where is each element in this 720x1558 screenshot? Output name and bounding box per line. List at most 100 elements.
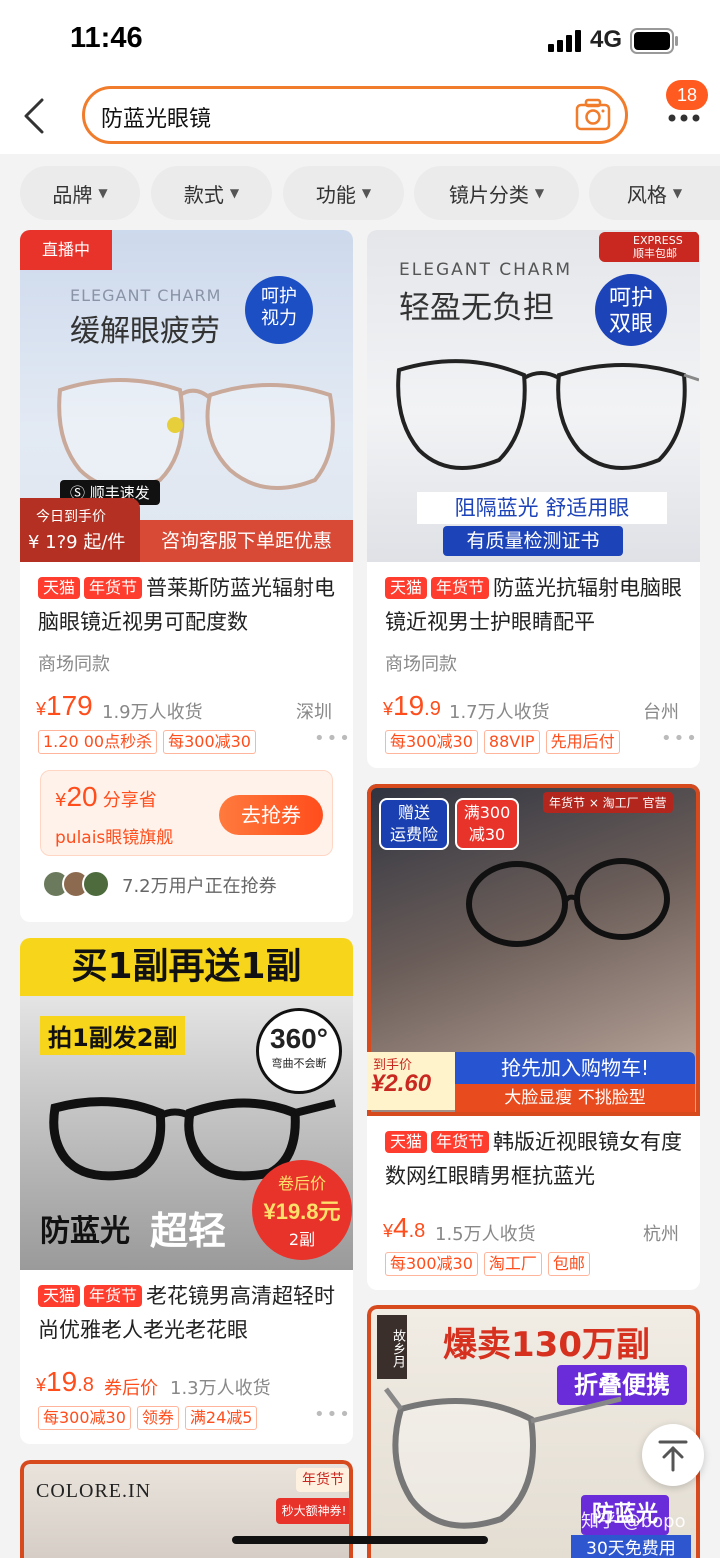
promo-tag: 满24减5 <box>184 1406 258 1430</box>
filter-label: 款式 <box>183 182 224 207</box>
filter-lens[interactable]: 镜片分类 ▼ <box>414 166 579 220</box>
gift-line: 赠送 <box>397 803 430 822</box>
img-tag: 年货节 <box>296 1468 349 1492</box>
promo-tag: 领券 <box>136 1406 179 1430</box>
price-int: 4 <box>393 1212 409 1243</box>
promo-tag: 1.20 00点秒杀 <box>38 730 158 754</box>
product-card-1[interactable]: 直播中 ELEGANT CHARM 缓解眼疲劳 呵护 视力 Ⓢ 顺丰速发 今日到手… <box>20 230 353 922</box>
img-banner: 咨询客服下单距优惠 <box>140 520 353 562</box>
ship-city: 深圳 <box>296 702 332 723</box>
product-title: 天猫 年货节 韩版近视眼镜女有度数网红眼睛男框抗蓝光 <box>385 1125 685 1193</box>
product-title: 天猫 年货节 老花镜男高清超轻时尚优雅老人老光老花眼 <box>38 1279 338 1347</box>
filter-genre[interactable]: 风格 ▼ <box>589 166 720 220</box>
title-text: 防蓝光抗辐射电脑眼镜近视男士护眼睛配平 <box>385 576 683 634</box>
filter-style[interactable]: 款式 ▼ <box>151 166 272 220</box>
glasses-illustration <box>396 359 699 470</box>
img-price-sub: 2副 <box>288 1230 316 1249</box>
img-brand: 故乡月 <box>377 1315 407 1379</box>
product-image: 直播中 ELEGANT CHARM 缓解眼疲劳 呵护 视力 Ⓢ 顺丰速发 今日到手… <box>20 230 353 562</box>
grab-count-text: 7.2万用户正在抢券 <box>122 876 277 897</box>
status-time: 11:46 <box>70 22 143 54</box>
today-price: ¥ 1?9 起/件 <box>28 532 126 553</box>
signal-icon <box>548 30 581 52</box>
img-top-banner: 买1副再送1副 <box>20 938 353 996</box>
search-header: 防蓝光眼镜 18 <box>0 80 720 154</box>
back-arrow-icon[interactable] <box>18 96 52 136</box>
product-price: ¥179 <box>36 690 93 721</box>
promo-tags: 每300减30 88VIP 先用后付 <box>385 730 620 754</box>
network-label: 4G <box>590 26 623 53</box>
price-dec: .9 <box>424 698 441 720</box>
filter-label: 风格 <box>626 182 667 207</box>
filter-label: 镜片分类 <box>448 182 529 207</box>
tmall-tag: 天猫 <box>385 577 428 599</box>
img-title: 缓解眼疲劳 <box>70 314 220 349</box>
watermark: 知乎 @bopo <box>581 1511 686 1532</box>
img-coupon: 秒大额神券! <box>276 1498 349 1524</box>
camera-icon[interactable] <box>575 98 611 132</box>
sold-count: 1.5万人收货 <box>435 1224 536 1245</box>
ship-city: 杭州 <box>643 1224 679 1245</box>
img-sub: 拍1副发2副 <box>40 1016 186 1055</box>
filter-label: 功能 <box>315 182 356 207</box>
today-label: 今日到手价 <box>36 509 106 525</box>
title-text: 普莱斯防蓝光辐射电脑眼镜近视男可配度数 <box>38 576 336 634</box>
more-icon[interactable] <box>664 108 704 128</box>
caret-down-icon: ▼ <box>361 186 372 200</box>
deal-line: 减30 <box>468 825 506 844</box>
more-dots-icon[interactable]: ••• <box>314 728 352 749</box>
filter-brand[interactable]: 品牌 ▼ <box>20 166 140 220</box>
more-dots-icon[interactable]: ••• <box>314 1404 352 1425</box>
caret-down-icon: ▼ <box>229 186 240 200</box>
caret-down-icon: ▼ <box>672 186 683 200</box>
img-360-badge: 360° 弯曲不会断 <box>256 1008 342 1094</box>
battery-icon <box>630 28 678 54</box>
product-image: EXPRESS 顺丰包邮 ELEGANT CHARM 轻盈无负担 呵护 双眼 阻隔蓝… <box>367 230 700 562</box>
img-deal-badge: 满300 减30 <box>455 798 519 850</box>
sold-count: 1.3万人收货 <box>170 1378 271 1399</box>
product-price: ¥19.9 <box>383 690 441 721</box>
express-badge: EXPRESS 顺丰包邮 <box>599 232 699 262</box>
product-title: 天猫 年货节 防蓝光抗辐射电脑眼镜近视男士护眼睛配平 <box>385 571 685 639</box>
coupon-store: pulais眼镜旗舰 <box>55 828 174 848</box>
more-dots-icon[interactable]: ••• <box>661 728 699 749</box>
coupon-unit: 分享省 <box>102 790 157 811</box>
express-en: EXPRESS <box>633 234 683 247</box>
price-dec: .8 <box>77 1374 94 1396</box>
img-cta: 抢先加入购物车! <box>455 1052 695 1084</box>
promo-tags: 1.20 00点秒杀 每300减30 <box>38 730 256 754</box>
img-price: ¥19.8元 <box>263 1199 341 1224</box>
img-feature: 防蓝光 <box>40 1214 130 1249</box>
festival-tag: 年货节 <box>431 577 490 599</box>
promo-tag: 每300减30 <box>163 730 256 754</box>
back-to-top-button[interactable] <box>642 1424 704 1486</box>
user-avatars <box>42 870 116 898</box>
product-card-3[interactable]: 赠送 运费险 满300 减30 年货节 × 淘工厂 官营 到手价 ¥2.60 抢先加… <box>367 784 700 1290</box>
img-bubble: 呵护 双眼 <box>595 274 667 346</box>
face-glasses-illustration <box>466 858 670 947</box>
bubble-line: 双眼 <box>608 312 653 337</box>
arrow-up-icon <box>658 1440 688 1472</box>
badge-360: 360° <box>270 1023 328 1054</box>
tmall-tag: 天猫 <box>38 577 81 599</box>
product-image: 赠送 运费险 满300 减30 年货节 × 淘工厂 官营 到手价 ¥2.60 抢先加… <box>367 784 700 1116</box>
promo-tag: 每300减30 <box>385 1252 478 1276</box>
img-price-box: 到手价 ¥2.60 <box>367 1052 455 1110</box>
grab-coupon-button[interactable]: 去抢券 <box>219 795 323 835</box>
img-feature2: 超轻 <box>150 1209 227 1253</box>
live-badge: 直播中 <box>20 230 112 270</box>
coupon-box[interactable]: ¥20 分享省 pulais眼镜旗舰 去抢券 <box>40 770 333 856</box>
search-input[interactable]: 防蓝光眼镜 <box>82 86 628 144</box>
gift-line: 运费险 <box>389 825 438 844</box>
product-card-2[interactable]: EXPRESS 顺丰包邮 ELEGANT CHARM 轻盈无负担 呵护 双眼 阻隔蓝… <box>367 230 700 768</box>
product-card-4[interactable]: 买1副再送1副 拍1副发2副 360° 弯曲不会断 防蓝光 超轻 卷后价 ¥19… <box>20 938 353 1444</box>
filter-function[interactable]: 功能 ▼ <box>283 166 404 220</box>
product-title: 天猫 年货节 普莱斯防蓝光辐射电脑眼镜近视男可配度数 <box>38 571 338 639</box>
glasses-illustration <box>57 378 335 490</box>
product-price: ¥4.8 <box>383 1212 426 1243</box>
img-badge2: 30天免费用 <box>571 1535 691 1558</box>
title-text: 老花镜男高清超轻时尚优雅老人老光老花眼 <box>38 1284 336 1342</box>
product-image: 买1副再送1副 拍1副发2副 360° 弯曲不会断 防蓝光 超轻 卷后价 ¥19… <box>20 938 353 1270</box>
promo-tags: 每300减30 淘工厂 包邮 <box>385 1252 590 1276</box>
message-badge: 18 <box>666 80 708 110</box>
